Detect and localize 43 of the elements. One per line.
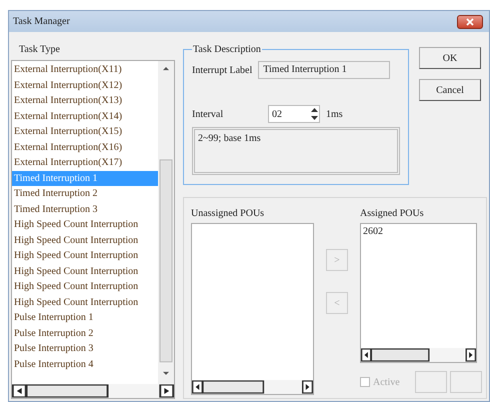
close-icon (466, 18, 474, 26)
list-item[interactable]: External Interruption(X13) (12, 93, 158, 108)
list-item[interactable]: High Speed Count Interruption (12, 217, 158, 232)
unit-label: 1ms (326, 108, 343, 120)
close-button[interactable] (457, 14, 483, 28)
list-item[interactable]: External Interruption(X16) (12, 140, 158, 155)
hint-text: 2~99; base 1ms (192, 127, 400, 175)
list-item[interactable]: High Speed Count Interruption (12, 279, 158, 294)
field-label: Interval (192, 108, 224, 120)
list-item[interactable]: Timed Interruption 3 (12, 202, 158, 217)
list-item[interactable]: Timed Interruption 2 (12, 186, 158, 202)
list-item[interactable]: High Speed Count Interruption (12, 248, 158, 264)
small-field[interactable] (450, 371, 482, 393)
list-item[interactable]: High Speed Count Interruption (12, 264, 158, 279)
list-item[interactable]: Pulse Interruption 4 (12, 356, 158, 372)
list-item[interactable]: High Speed Count Interruption (12, 294, 158, 310)
list-item[interactable]: External Interruption(X12) (12, 78, 158, 93)
interrupt-label-field[interactable]: Timed Interruption 1 (258, 61, 390, 79)
vertical-scrollbar[interactable] (158, 61, 174, 384)
field-label: Interrupt Label (192, 64, 252, 76)
list-item[interactable]: External Interruption(X17) (12, 155, 158, 170)
list-item[interactable]: High Speed Count Interruption (12, 232, 158, 248)
list-item[interactable]: Pulse Interruption 1 (12, 310, 158, 326)
list-item[interactable]: External Interruption(X15) (12, 124, 158, 140)
list-label: Assigned POUs (360, 208, 425, 219)
list-item[interactable]: External Interruption(X11) (12, 62, 158, 78)
list-label: Unassigned POUs (191, 208, 266, 219)
interval-spinbox[interactable]: 02 (268, 105, 320, 123)
small-field[interactable] (415, 371, 447, 393)
list-item[interactable]: Pulse Interruption 3 (12, 341, 158, 356)
list-item[interactable]: Pulse Interruption 2 (12, 326, 158, 341)
group-title: Task Description (192, 44, 262, 55)
list-item[interactable]: 2602 (363, 226, 474, 237)
window-title: Task Manager (13, 16, 70, 27)
list-item[interactable]: External Interruption(X14) (12, 108, 158, 124)
spin-arrows-icon (310, 107, 319, 121)
assigned-list[interactable]: 2602 (360, 223, 477, 363)
ok-button[interactable]: OK (419, 47, 481, 69)
cancel-button[interactable]: Cancel (419, 79, 481, 101)
list-header: Task Type (18, 43, 61, 56)
horizontal-scrollbar[interactable] (12, 384, 174, 398)
horizontal-scrollbar[interactable] (361, 348, 476, 362)
horizontal-scrollbar[interactable] (192, 380, 313, 394)
